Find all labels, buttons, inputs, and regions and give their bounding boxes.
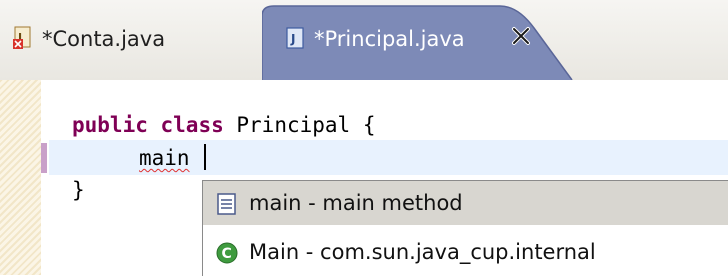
code-line-closing-brace: } bbox=[72, 178, 85, 202]
template-icon bbox=[217, 193, 236, 215]
class-name: Principal { bbox=[236, 113, 376, 137]
line-number-gutter bbox=[41, 80, 49, 275]
editor-tab-bar: J *Conta.java J *Principal.java bbox=[0, 0, 728, 80]
proposal-main-method[interactable]: main - main method bbox=[203, 181, 728, 225]
tab-label: *Conta.java bbox=[42, 27, 166, 51]
java-file-icon: J bbox=[286, 27, 304, 49]
proposal-label: main - main method bbox=[249, 191, 463, 215]
keyword-public: public bbox=[72, 113, 148, 137]
code-line-typed: main bbox=[139, 146, 190, 170]
keyword-class: class bbox=[160, 113, 224, 137]
overview-gutter bbox=[0, 80, 41, 275]
class-icon: C bbox=[216, 242, 238, 264]
svg-text:J: J bbox=[290, 32, 295, 46]
quick-diff-marker bbox=[41, 143, 47, 173]
content-assist-popup: main - main method C Main - com.sun.java… bbox=[202, 180, 728, 276]
java-file-error-icon: J bbox=[13, 26, 31, 49]
close-tab-icon[interactable] bbox=[511, 26, 531, 46]
code-line-class-declaration: public class Principal { bbox=[72, 113, 375, 137]
tab-label: *Principal.java bbox=[314, 27, 465, 51]
svg-text:C: C bbox=[222, 246, 232, 262]
proposal-main-class[interactable]: C Main - com.sun.java_cup.internal bbox=[203, 230, 728, 274]
text-caret bbox=[204, 144, 206, 170]
typed-text-error: main bbox=[139, 146, 190, 170]
tab-conta-java[interactable]: J *Conta.java bbox=[0, 14, 262, 80]
proposal-label: Main - com.sun.java_cup.internal bbox=[249, 240, 596, 264]
